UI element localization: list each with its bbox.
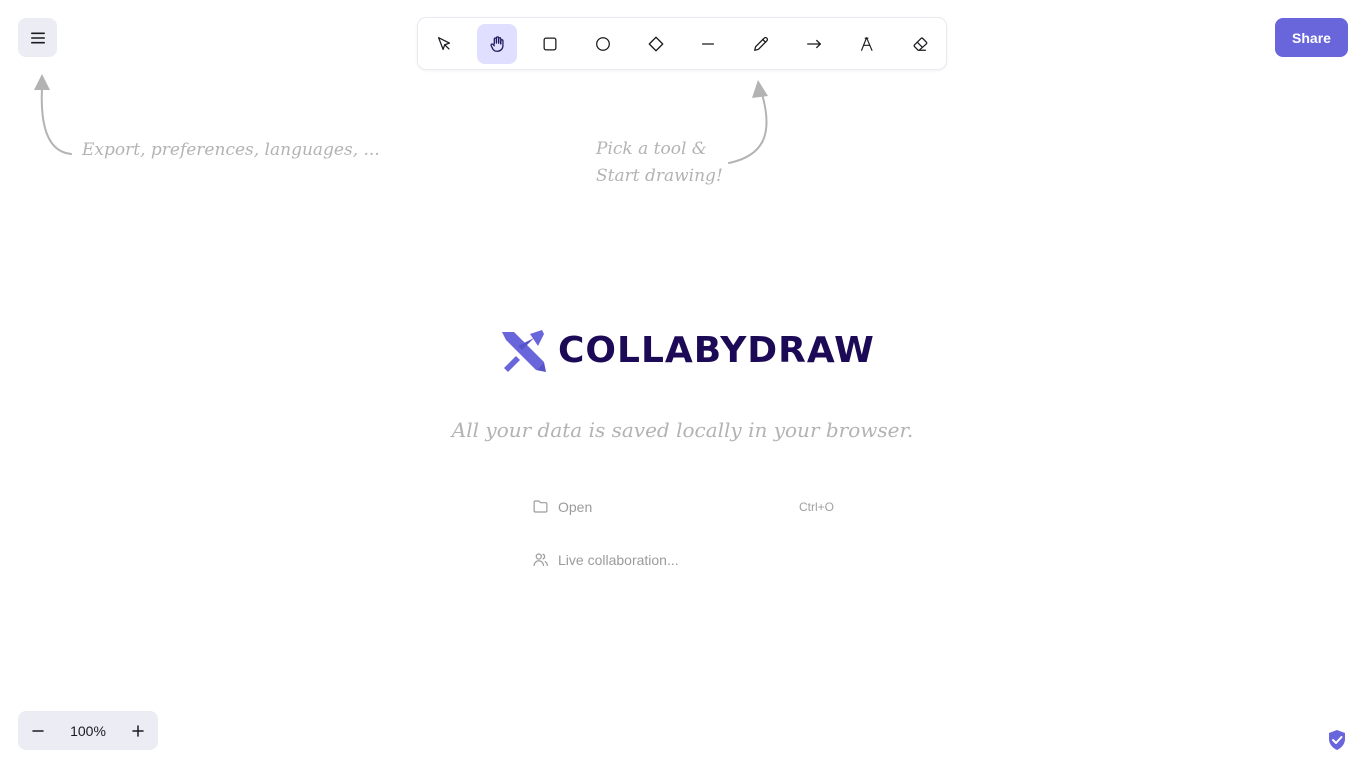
- pencil-icon: [754, 36, 769, 51]
- shapes-toolbar: [418, 18, 946, 69]
- toolbar-hint-text: Pick a tool & Start drawing!: [596, 136, 723, 190]
- text-icon: [861, 36, 873, 51]
- tool-diamond[interactable]: [636, 24, 676, 64]
- folder-icon: [532, 498, 550, 516]
- arrow-right-icon: [807, 39, 822, 48]
- hamburger-menu-icon: [30, 32, 45, 43]
- tool-text[interactable]: [847, 24, 887, 64]
- tool-draw[interactable]: [741, 24, 781, 64]
- hand-icon: [490, 35, 504, 52]
- share-button[interactable]: Share: [1275, 18, 1348, 57]
- toolbar-hint-line-1: Pick a tool &: [596, 139, 707, 159]
- plus-icon: [132, 724, 144, 737]
- welcome-open-label: Open: [558, 499, 593, 515]
- zoom-controls: 100%: [18, 711, 158, 750]
- drawing-canvas[interactable]: Share Export, preferences, languages, ..…: [0, 0, 1365, 767]
- shield-check-icon[interactable]: [1327, 729, 1347, 751]
- zoom-out-button[interactable]: [18, 711, 58, 750]
- menu-hint-text: Export, preferences, languages, ...: [82, 140, 380, 160]
- square-icon: [543, 37, 557, 50]
- tool-hand[interactable]: [476, 23, 517, 64]
- diamond-icon: [648, 36, 663, 51]
- tool-line[interactable]: [689, 24, 729, 64]
- app-logo-text: COLLABYDRAW: [558, 330, 875, 371]
- zoom-level-reset-button[interactable]: 100%: [58, 723, 118, 739]
- tool-rectangle[interactable]: [530, 24, 570, 64]
- app-logo: COLLABYDRAW: [500, 328, 875, 374]
- eraser-icon: [913, 37, 928, 51]
- menu-hint-arrow: [34, 74, 72, 155]
- tool-arrow[interactable]: [794, 24, 834, 64]
- toolbar-hint-arrow: [728, 80, 768, 164]
- circle-icon: [595, 36, 610, 51]
- welcome-live-collaboration-item[interactable]: Live collaboration...: [532, 546, 834, 574]
- tool-selection[interactable]: [424, 24, 464, 64]
- welcome-open-shortcut: Ctrl+O: [798, 500, 834, 514]
- zoom-in-button[interactable]: [118, 711, 158, 750]
- pointer-arrow-icon: [437, 36, 450, 50]
- toolbar-hint-line-2: Start drawing!: [596, 166, 723, 186]
- welcome-subtitle: All your data is saved locally in your b…: [451, 418, 914, 442]
- main-menu-button[interactable]: [18, 18, 57, 57]
- minus-icon: [32, 729, 44, 732]
- tool-eraser[interactable]: [900, 24, 940, 64]
- tool-ellipse[interactable]: [583, 24, 623, 64]
- users-icon: [532, 551, 550, 569]
- welcome-open-item[interactable]: Open Ctrl+O: [532, 493, 834, 521]
- welcome-live-collaboration-label: Live collaboration...: [558, 552, 679, 568]
- logo-mark-icon: [502, 330, 546, 372]
- line-icon: [702, 42, 715, 45]
